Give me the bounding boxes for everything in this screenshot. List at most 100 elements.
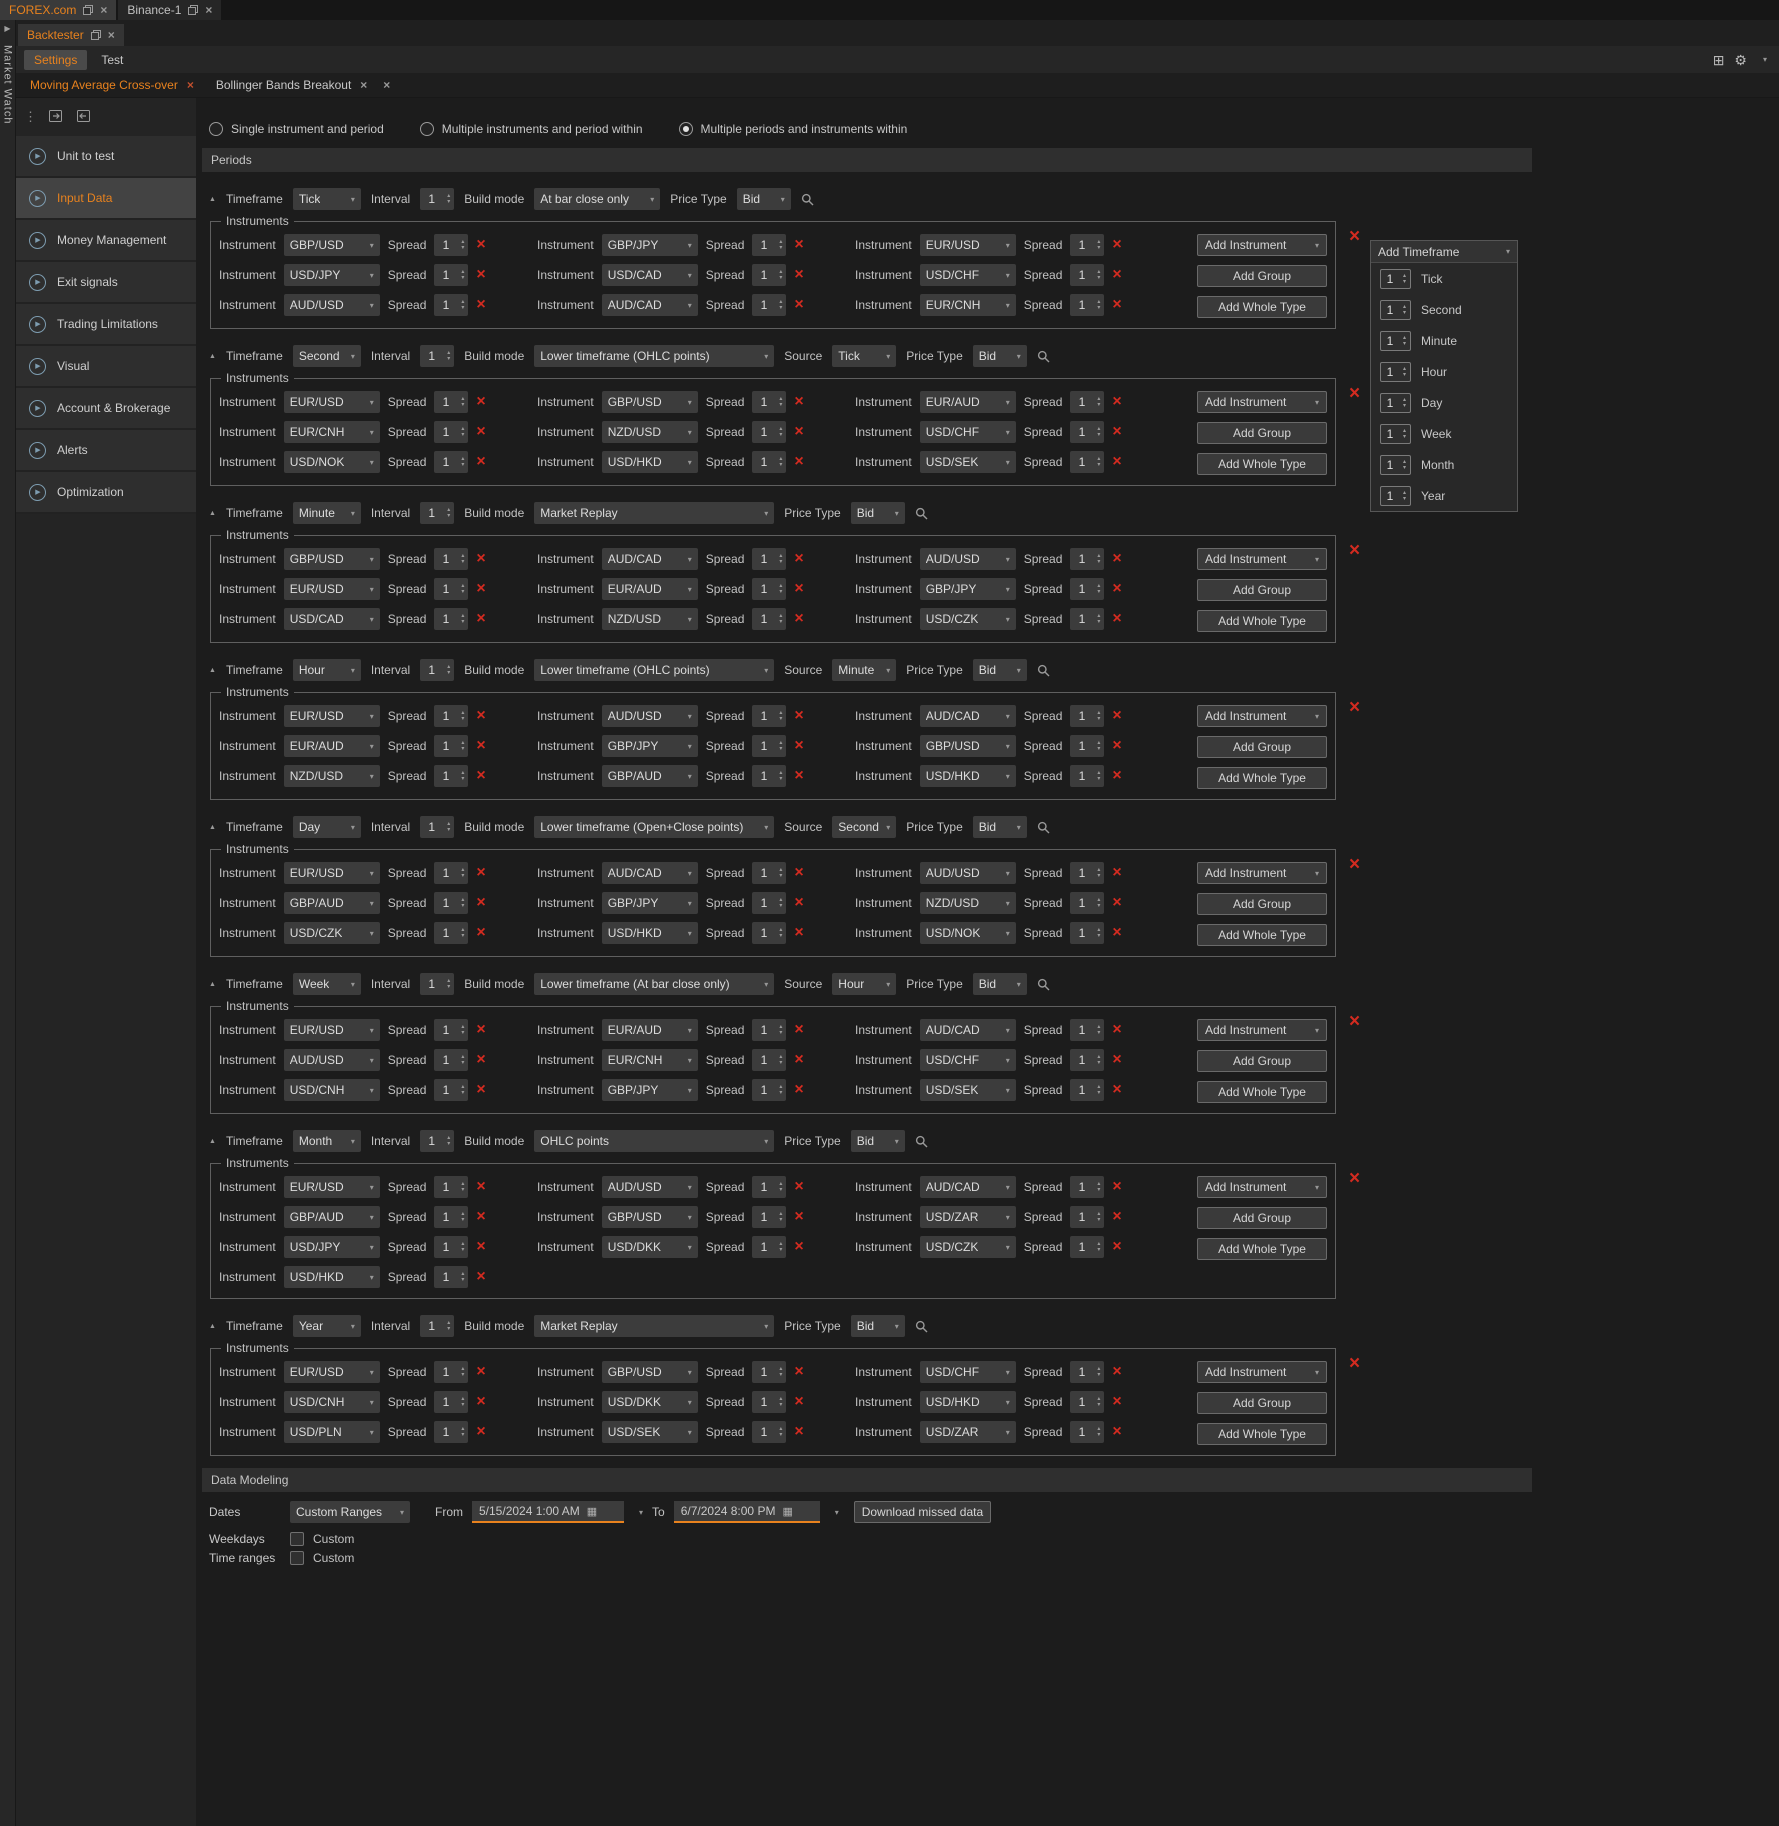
- timeframe-dropdown[interactable]: Year▾: [293, 1315, 361, 1337]
- spinner-down-icon[interactable]: ▾: [1399, 341, 1410, 347]
- instrument-dropdown[interactable]: AUD/CAD▾: [602, 294, 698, 316]
- instrument-dropdown[interactable]: EUR/AUD▾: [602, 578, 698, 600]
- remove-instrument-icon[interactable]: ×: [1112, 709, 1121, 723]
- spinner-down-icon[interactable]: ▾: [775, 559, 786, 565]
- add-instrument-button[interactable]: Add Instrument▾: [1197, 705, 1327, 727]
- spinner-down-icon[interactable]: ▾: [1093, 1090, 1104, 1096]
- remove-instrument-icon[interactable]: ×: [1112, 1365, 1121, 1379]
- spread-spinner[interactable]: 1▴▾: [434, 735, 468, 757]
- instrument-dropdown[interactable]: USD/DKK▾: [602, 1391, 698, 1413]
- instrument-dropdown[interactable]: GBP/AUD▾: [602, 765, 698, 787]
- timeframe-dropdown[interactable]: Tick▾: [293, 188, 361, 210]
- collapse-icon[interactable]: ▲: [209, 824, 216, 831]
- spinner-down-icon[interactable]: ▾: [775, 589, 786, 595]
- spread-spinner[interactable]: 1▴▾: [752, 294, 786, 316]
- remove-instrument-icon[interactable]: ×: [476, 1395, 485, 1409]
- remove-instrument-icon[interactable]: ×: [1112, 612, 1121, 626]
- remove-instrument-icon[interactable]: ×: [476, 1270, 485, 1284]
- spinner-down-icon[interactable]: ▾: [1093, 933, 1104, 939]
- spread-spinner[interactable]: 1▴▾: [1070, 892, 1104, 914]
- instrument-dropdown[interactable]: USD/ZAR▾: [920, 1421, 1016, 1443]
- remove-instrument-icon[interactable]: ×: [794, 739, 803, 753]
- remove-timeframe-icon[interactable]: ×: [1349, 1015, 1360, 1029]
- instrument-dropdown[interactable]: GBP/USD▾: [602, 1361, 698, 1383]
- spinner-down-icon[interactable]: ▾: [457, 1277, 468, 1283]
- source-dropdown[interactable]: Minute▾: [832, 659, 896, 681]
- remove-instrument-icon[interactable]: ×: [476, 866, 485, 880]
- spread-spinner[interactable]: 1▴▾: [434, 578, 468, 600]
- spread-spinner[interactable]: 1▴▾: [1070, 264, 1104, 286]
- instrument-dropdown[interactable]: EUR/USD▾: [284, 1019, 380, 1041]
- instrument-dropdown[interactable]: AUD/USD▾: [920, 548, 1016, 570]
- instrument-dropdown[interactable]: AUD/CAD▾: [920, 705, 1016, 727]
- remove-instrument-icon[interactable]: ×: [794, 582, 803, 596]
- spread-spinner[interactable]: 1▴▾: [1070, 705, 1104, 727]
- spinner-down-icon[interactable]: ▾: [1093, 1060, 1104, 1066]
- build-mode-dropdown[interactable]: Lower timeframe (OHLC points)▾: [534, 345, 774, 367]
- remove-instrument-icon[interactable]: ×: [794, 395, 803, 409]
- spinner-down-icon[interactable]: ▾: [775, 1402, 786, 1408]
- restore-icon[interactable]: [91, 30, 101, 40]
- spinner-down-icon[interactable]: ▾: [443, 984, 454, 990]
- interval-spinner[interactable]: 1▴▾: [420, 659, 454, 681]
- timeframe-count-spinner[interactable]: 1▴▾: [1380, 455, 1411, 475]
- instrument-dropdown[interactable]: EUR/AUD▾: [920, 391, 1016, 413]
- remove-instrument-icon[interactable]: ×: [794, 1023, 803, 1037]
- spinner-down-icon[interactable]: ▾: [775, 462, 786, 468]
- spread-spinner[interactable]: 1▴▾: [434, 1391, 468, 1413]
- spread-spinner[interactable]: 1▴▾: [1070, 1391, 1104, 1413]
- instrument-dropdown[interactable]: NZD/USD▾: [284, 765, 380, 787]
- magnifier-icon[interactable]: [1037, 350, 1050, 363]
- instrument-dropdown[interactable]: AUD/USD▾: [284, 294, 380, 316]
- spinner-down-icon[interactable]: ▾: [1093, 873, 1104, 879]
- spinner-down-icon[interactable]: ▾: [457, 776, 468, 782]
- spinner-down-icon[interactable]: ▾: [1093, 245, 1104, 251]
- spinner-down-icon[interactable]: ▾: [1399, 465, 1410, 471]
- remove-timeframe-icon[interactable]: ×: [1349, 858, 1360, 872]
- spread-spinner[interactable]: 1▴▾: [1070, 1079, 1104, 1101]
- remove-instrument-icon[interactable]: ×: [794, 1210, 803, 1224]
- spread-spinner[interactable]: 1▴▾: [752, 862, 786, 884]
- spinner-down-icon[interactable]: ▾: [1093, 462, 1104, 468]
- spinner-down-icon[interactable]: ▾: [1093, 275, 1104, 281]
- instrument-dropdown[interactable]: USD/CAD▾: [284, 608, 380, 630]
- spinner-down-icon[interactable]: ▾: [457, 462, 468, 468]
- timeframe-dropdown[interactable]: Month▾: [293, 1130, 361, 1152]
- build-mode-dropdown[interactable]: Market Replay▾: [534, 502, 774, 524]
- spinner-down-icon[interactable]: ▾: [775, 305, 786, 311]
- from-date-input[interactable]: 5/15/2024 1:00 AM ▦: [472, 1501, 624, 1523]
- instrument-dropdown[interactable]: NZD/USD▾: [920, 892, 1016, 914]
- remove-timeframe-icon[interactable]: ×: [1349, 1357, 1360, 1371]
- remove-instrument-icon[interactable]: ×: [794, 709, 803, 723]
- remove-instrument-icon[interactable]: ×: [794, 1053, 803, 1067]
- instrument-dropdown[interactable]: AUD/USD▾: [602, 1176, 698, 1198]
- spinner-down-icon[interactable]: ▾: [1093, 746, 1104, 752]
- close-icon[interactable]: ×: [383, 80, 390, 90]
- spinner-down-icon[interactable]: ▾: [1093, 559, 1104, 565]
- remove-instrument-icon[interactable]: ×: [476, 1053, 485, 1067]
- spinner-down-icon[interactable]: ▾: [457, 559, 468, 565]
- instrument-dropdown[interactable]: USD/HKD▾: [284, 1266, 380, 1288]
- build-mode-dropdown[interactable]: OHLC points▾: [534, 1130, 774, 1152]
- instrument-dropdown[interactable]: GBP/JPY▾: [602, 234, 698, 256]
- instrument-dropdown[interactable]: USD/CAD▾: [602, 264, 698, 286]
- instrument-dropdown[interactable]: USD/HKD▾: [920, 1391, 1016, 1413]
- remove-instrument-icon[interactable]: ×: [476, 298, 485, 312]
- window-tab[interactable]: FOREX.com×: [0, 0, 116, 20]
- source-dropdown[interactable]: Second▾: [832, 816, 896, 838]
- spread-spinner[interactable]: 1▴▾: [752, 421, 786, 443]
- spread-spinner[interactable]: 1▴▾: [1070, 765, 1104, 787]
- remove-instrument-icon[interactable]: ×: [794, 1395, 803, 1409]
- collapse-icon[interactable]: ▲: [209, 353, 216, 360]
- remove-instrument-icon[interactable]: ×: [794, 1083, 803, 1097]
- tab-test[interactable]: Test: [91, 50, 133, 70]
- instrument-dropdown[interactable]: EUR/USD▾: [284, 862, 380, 884]
- restore-icon[interactable]: [83, 5, 93, 15]
- spread-spinner[interactable]: 1▴▾: [1070, 294, 1104, 316]
- spinner-down-icon[interactable]: ▾: [1093, 1247, 1104, 1253]
- sidebar-item-trading-limitations[interactable]: ▶Trading Limitations: [16, 304, 196, 346]
- instrument-dropdown[interactable]: EUR/CNH▾: [920, 294, 1016, 316]
- spinner-down-icon[interactable]: ▾: [775, 1090, 786, 1096]
- spread-spinner[interactable]: 1▴▾: [752, 705, 786, 727]
- spread-spinner[interactable]: 1▴▾: [434, 765, 468, 787]
